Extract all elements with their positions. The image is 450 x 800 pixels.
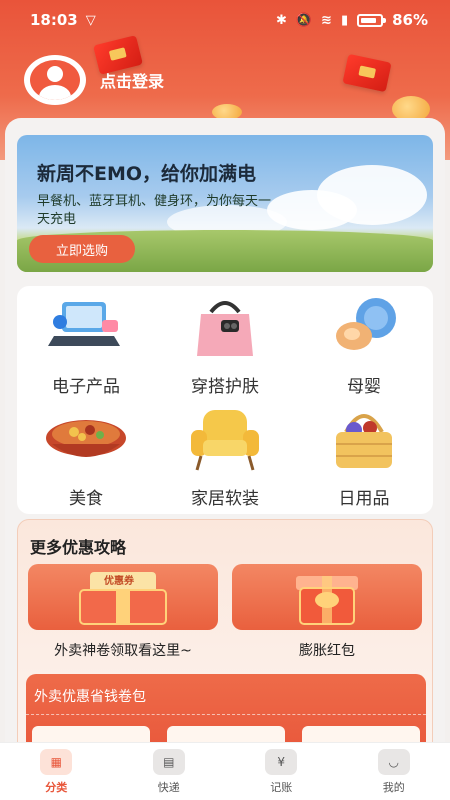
tab-label: 我的 — [382, 781, 405, 794]
category-grid: 电子产品 穿搭护肤 母婴 美食 家居软装 日用品 — [17, 286, 433, 514]
category-food[interactable]: 美食 — [17, 404, 155, 509]
coupon-pack-title: 外卖优惠省钱卷包 — [34, 689, 146, 705]
category-icon: ▦ — [40, 749, 73, 775]
takeaway-coupon-card[interactable]: 优惠券 — [28, 564, 218, 630]
tab-bookkeeping[interactable]: ¥ 记账 — [225, 743, 338, 800]
category-daily[interactable]: 日用品 — [295, 404, 433, 509]
category-label: 美食 — [69, 489, 103, 509]
signal-icon: ▮ — [340, 12, 349, 28]
armchair-icon — [183, 404, 267, 474]
promo-title: 更多优惠攻略 — [30, 538, 127, 557]
category-label: 母婴 — [347, 377, 381, 397]
expand-red-packet-label[interactable]: 膨胀红包 — [232, 640, 422, 660]
package-icon: ▤ — [152, 749, 185, 775]
food-bowl-icon — [44, 404, 128, 474]
category-label: 穿搭护肤 — [191, 377, 259, 397]
gift-box-icon — [296, 576, 358, 625]
category-home[interactable]: 家居软装 — [156, 404, 294, 509]
banner-title: 新周不EMO，给你加满电 — [37, 163, 257, 185]
login-link[interactable]: 点击登录 — [100, 68, 164, 92]
tab-category[interactable]: ▦ 分类 — [0, 743, 113, 800]
takeaway-coupon-label[interactable]: 外卖神卷领取看这里~ — [28, 640, 218, 660]
profile-icon: ◡ — [377, 749, 410, 775]
expand-red-packet-card[interactable] — [232, 564, 422, 630]
tab-express[interactable]: ▤ 快递 — [113, 743, 226, 800]
dashed-divider — [26, 714, 426, 715]
tab-mine[interactable]: ◡ 我的 — [338, 743, 450, 800]
pacifier-icon — [322, 292, 406, 362]
category-baby[interactable]: 母婴 — [295, 292, 433, 397]
bluetooth-icon: ✱ — [275, 12, 287, 28]
promo-banner[interactable]: 新周不EMO，给你加满电 早餐机、蓝牙耳机、健身环，为你每天一天充电 立即选购 — [17, 135, 433, 272]
category-label: 家居软装 — [191, 489, 259, 509]
status-bar: 18:03 ▽ ✱ 🔕 ≋ ▮ 86% — [0, 0, 450, 40]
laptop-icon — [44, 292, 128, 362]
buy-now-button[interactable]: 立即选购 — [29, 235, 135, 263]
user-icon — [30, 60, 80, 100]
tab-label: 分类 — [45, 781, 68, 794]
wifi-icon: ≋ — [321, 12, 332, 28]
status-time: 18:03 — [30, 11, 78, 29]
category-label: 日用品 — [338, 489, 390, 509]
basket-icon — [322, 404, 406, 474]
avatar[interactable] — [24, 55, 86, 105]
banner-subtitle: 早餐机、蓝牙耳机、健身环，为你每天一天充电 — [37, 194, 272, 227]
login-area[interactable]: 点击登录 — [24, 55, 164, 105]
ledger-icon: ¥ — [265, 749, 298, 775]
mute-icon: 🔕 — [295, 12, 313, 28]
category-fashion[interactable]: 穿搭护肤 — [156, 292, 294, 397]
category-electronics[interactable]: 电子产品 — [17, 292, 155, 397]
tab-label: 记账 — [270, 781, 293, 794]
promo-section: 更多优惠攻略 优惠券 外卖神卷领取看这里~ 膨胀红包 外卖优惠省钱卷包 优惠省钱… — [17, 519, 433, 760]
category-label: 电子产品 — [52, 377, 120, 397]
coupon-badge: 优惠券 — [104, 576, 134, 587]
vpn-icon: ▽ — [85, 12, 96, 28]
battery-percent: 86% — [392, 11, 428, 29]
battery-icon — [357, 13, 387, 27]
handbag-icon — [183, 292, 267, 362]
tab-label: 快递 — [157, 781, 180, 794]
bottom-tab-bar: ▦ 分类 ▤ 快递 ¥ 记账 ◡ 我的 — [0, 742, 450, 800]
